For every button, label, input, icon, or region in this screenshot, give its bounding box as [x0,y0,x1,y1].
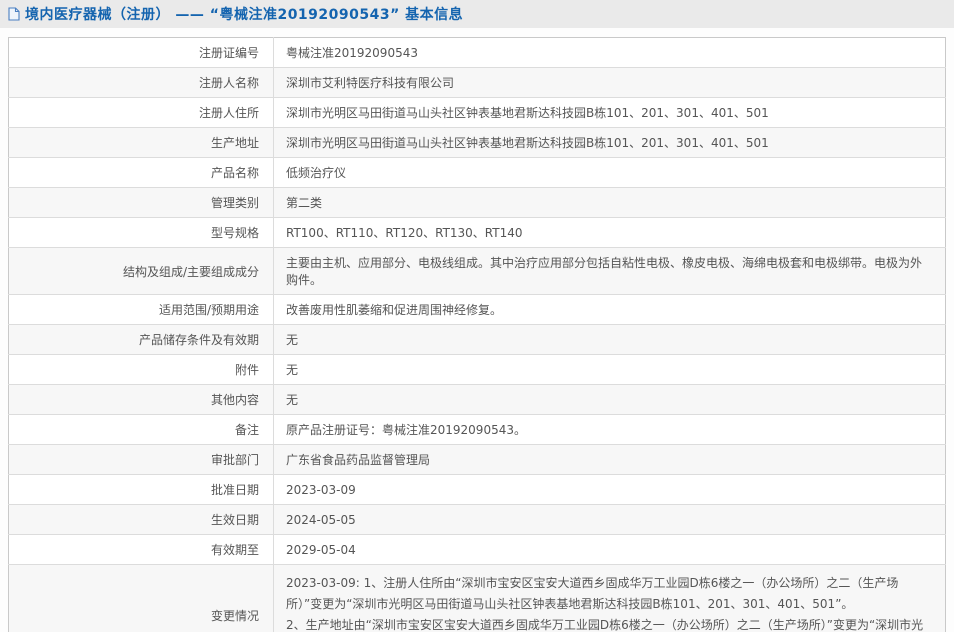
table-row: 管理类别 第二类 [8,187,946,218]
table-row: 注册人名称 深圳市艾利特医疗科技有限公司 [8,67,946,98]
row-label-text: 型号规格 [210,226,259,240]
row-label: 其他内容 [8,384,274,415]
row-label-text: 注册证编号 [198,46,259,60]
row-label: 管理类别 [8,187,274,218]
table-row: 有效期至 2029-05-04 [8,534,946,565]
row-value: 无 [273,354,946,385]
row-value: 广东省食品药品监督管理局 [273,444,946,475]
row-label-text: 适用范围/预期用途 [158,303,259,317]
row-value-text: 深圳市艾利特医疗科技有限公司 [286,76,455,90]
row-value: 改善废用性肌萎缩和促进周围神经修复。 [273,294,946,325]
table-row: 备注 原产品注册证号：粤械注准20192090543。 [8,414,946,445]
row-value-text: 原产品注册证号：粤械注准20192090543。 [286,423,526,437]
row-label-text: 备注 [234,423,259,437]
row-label: 结构及组成/主要组成成分 [8,247,274,295]
table-row: 产品储存条件及有效期 无 [8,324,946,355]
row-label: 注册人住所 [8,97,274,128]
change-paragraph: 2023-03-09: 1、注册人住所由“深圳市宝安区宝安大道西乡固成华万工业园… [286,576,899,611]
row-value: 第二类 [273,187,946,218]
row-value: 无 [273,324,946,355]
table-row: 审批部门 广东省食品药品监督管理局 [8,444,946,475]
table-row: 注册人住所 深圳市光明区马田街道马山头社区钟表基地君斯达科技园B栋101、201、… [8,97,946,128]
table-row: 适用范围/预期用途 改善废用性肌萎缩和促进周围神经修复。 [8,294,946,325]
row-label-text: 产品名称 [210,166,259,180]
row-label: 变更情况 [8,564,274,632]
row-label-text: 其他内容 [210,393,259,407]
row-label-text: 注册人住所 [198,106,259,120]
row-label: 生产地址 [8,127,274,158]
row-value: 原产品注册证号：粤械注准20192090543。 [273,414,946,445]
row-label-text: 有效期至 [210,543,259,557]
table-row: 注册证编号 粤械注准20192090543 [8,37,946,68]
row-value-text: 无 [286,393,299,407]
row-value-text: 粤械注准20192090543 [286,46,418,60]
row-label: 型号规格 [8,217,274,248]
row-label: 生效日期 [8,504,274,535]
row-label-text: 管理类别 [210,196,259,210]
row-label: 注册人名称 [8,67,274,98]
row-label: 备注 [8,414,274,445]
table-row: 批准日期 2023-03-09 [8,474,946,505]
row-value-text: 广东省食品药品监督管理局 [286,453,431,467]
row-label-text: 生效日期 [210,513,259,527]
row-label-text: 批准日期 [210,483,259,497]
info-table: 注册证编号 粤械注准20192090543 注册人名称 深圳市艾利特医疗科技有限公司注… [8,37,946,632]
info-table-body: 注册证编号 粤械注准20192090543 注册人名称 深圳市艾利特医疗科技有限公司注… [8,37,946,632]
row-label-text: 结构及组成/主要组成成分 [122,264,259,279]
row-label-text: 变更情况 [210,608,259,623]
row-value-text: 2024-05-05 [286,512,356,527]
table-row: 生产地址 深圳市光明区马田街道马山头社区钟表基地君斯达科技园B栋101、201、3… [8,127,946,158]
table-row: 产品名称 低频治疗仪 [8,157,946,188]
row-label-text: 审批部门 [210,453,259,467]
row-value: 主要由主机、应用部分、电极线组成。其中治疗应用部分包括自粘性电极、橡皮电极、海绵… [273,247,946,295]
row-label-text: 产品储存条件及有效期 [138,333,259,347]
row-label: 产品名称 [8,157,274,188]
row-value-text: 第二类 [286,196,323,210]
row-value: 深圳市光明区马田街道马山头社区钟表基地君斯达科技园B栋101、201、301、4… [273,97,946,128]
document-icon [8,7,20,21]
row-value: 2024-05-05 [273,504,946,535]
change-paragraph: 2、生产地址由“深圳市宝安区宝安大道西乡固成华万工业园D栋6楼之一（办公场所）之… [286,618,924,632]
row-label: 产品储存条件及有效期 [8,324,274,355]
row-value-text: 深圳市光明区马田街道马山头社区钟表基地君斯达科技园B栋101、201、301、4… [286,136,769,150]
row-label-text: 生产地址 [210,136,259,150]
row-value: 低频治疗仪 [273,157,946,188]
row-label: 审批部门 [8,444,274,475]
row-label: 附件 [8,354,274,385]
table-row: 附件 无 [8,354,946,385]
row-value: 深圳市艾利特医疗科技有限公司 [273,67,946,98]
row-label: 有效期至 [8,534,274,565]
table-row: 型号规格 RT100、RT110、RT120、RT130、RT140 [8,217,946,248]
row-value-text: 无 [286,333,299,347]
row-label: 注册证编号 [8,37,274,68]
row-value: 深圳市光明区马田街道马山头社区钟表基地君斯达科技园B栋101、201、301、4… [273,127,946,158]
row-value-text: 无 [286,363,299,377]
row-value-text: 2023-03-09 [286,482,356,497]
row-value-text: 改善废用性肌萎缩和促进周围神经修复。 [286,303,503,317]
page-title: 境内医疗器械（注册） —— “粤械注准20192090543” 基本信息 [25,7,464,23]
page-header: 境内医疗器械（注册） —— “粤械注准20192090543” 基本信息 [0,0,954,28]
row-value-text: RT100、RT110、RT120、RT130、RT140 [286,226,523,240]
row-value: RT100、RT110、RT120、RT130、RT140 [273,217,946,248]
row-value: 2023-03-09: 1、注册人住所由“深圳市宝安区宝安大道西乡固成华万工业园… [273,564,946,632]
row-value-text: 2029-05-04 [286,542,356,557]
row-label-text: 附件 [234,363,259,377]
row-value-text: 低频治疗仪 [286,166,347,180]
row-value-text: 主要由主机、应用部分、电极线组成。其中治疗应用部分包括自粘性电极、橡皮电极、海绵… [286,256,923,287]
table-row: 变更情况 2023-03-09: 1、注册人住所由“深圳市宝安区宝安大道西乡固成华… [8,564,946,632]
row-label: 适用范围/预期用途 [8,294,274,325]
row-label-text: 注册人名称 [198,76,259,90]
table-row: 生效日期 2024-05-05 [8,504,946,535]
row-value: 无 [273,384,946,415]
row-value: 2023-03-09 [273,474,946,505]
page: { "header": { "title": "境内医疗器械（注册） —— “粤… [0,0,954,632]
row-value-text: 深圳市光明区马田街道马山头社区钟表基地君斯达科技园B栋101、201、301、4… [286,106,769,120]
row-value: 粤械注准20192090543 [273,37,946,68]
row-label: 批准日期 [8,474,274,505]
row-value: 2029-05-04 [273,534,946,565]
table-row: 结构及组成/主要组成成分 主要由主机、应用部分、电极线组成。其中治疗应用部分包括自… [8,247,946,295]
table-row: 其他内容 无 [8,384,946,415]
